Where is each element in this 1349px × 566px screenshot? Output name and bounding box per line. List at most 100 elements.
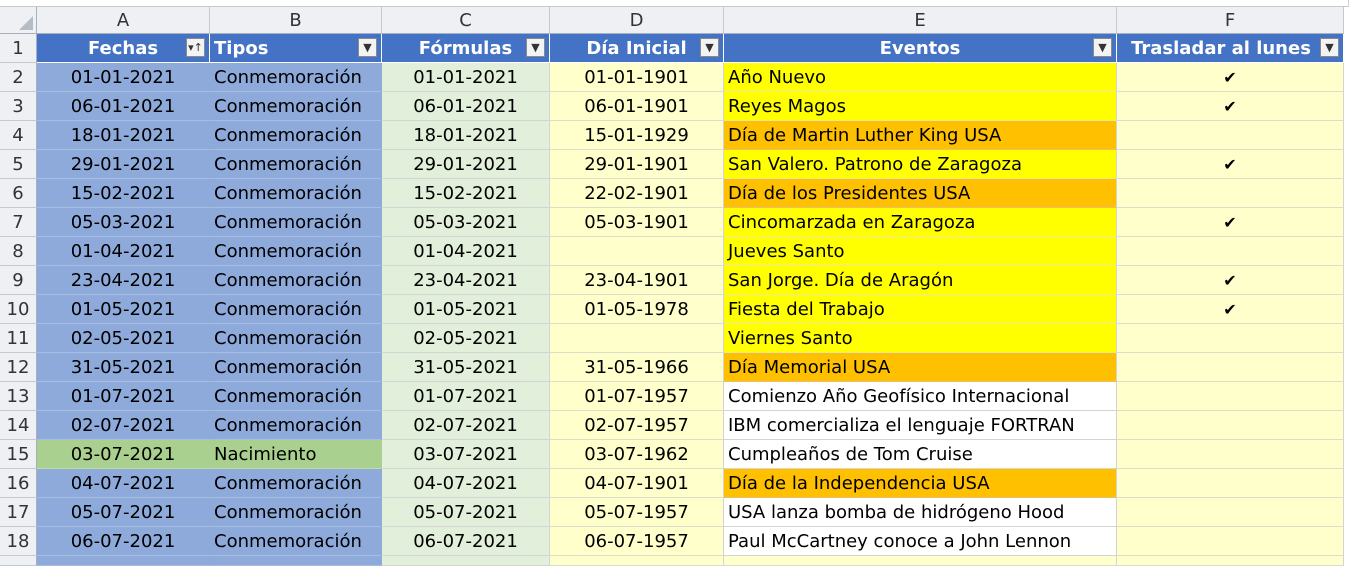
cell-fecha[interactable]: 01-04-2021 bbox=[37, 237, 210, 266]
cell-dia-inicial[interactable]: 01-01-1901 bbox=[550, 63, 724, 92]
cell-dia-inicial[interactable]: 22-02-1901 bbox=[550, 179, 724, 208]
table-header-trasladar[interactable]: Trasladar al lunes ▼ bbox=[1117, 34, 1344, 63]
cell-evento[interactable]: Fiesta del Trabajo bbox=[724, 295, 1117, 324]
cell-fecha[interactable]: 15-02-2021 bbox=[37, 179, 210, 208]
table-header-dia-inicial[interactable]: Día Inicial ▼ bbox=[550, 34, 724, 63]
filter-dropdown-icon[interactable]: ▼ bbox=[1320, 38, 1339, 57]
cell-formula[interactable]: 01-05-2021 bbox=[382, 295, 550, 324]
cell-trasladar[interactable] bbox=[1117, 237, 1344, 266]
column-header-d[interactable]: D bbox=[550, 7, 724, 34]
row-header[interactable]: 5 bbox=[0, 150, 37, 179]
cell-fecha[interactable]: 18-01-2021 bbox=[37, 121, 210, 150]
cell-trasladar[interactable]: ✔ bbox=[1117, 295, 1344, 324]
cell-dia-inicial[interactable]: 23-04-1901 bbox=[550, 266, 724, 295]
row-header[interactable]: 16 bbox=[0, 469, 37, 498]
cell-trasladar[interactable]: ✔ bbox=[1117, 63, 1344, 92]
cell-fecha[interactable]: 31-05-2021 bbox=[37, 353, 210, 382]
column-header-f[interactable]: F bbox=[1117, 7, 1344, 34]
cell-tipo[interactable]: Conmemoración bbox=[210, 411, 382, 440]
cell-formula[interactable]: 01-01-2021 bbox=[382, 63, 550, 92]
cell-tipo[interactable]: Conmemoración bbox=[210, 382, 382, 411]
cell-tipo[interactable]: Conmemoración bbox=[210, 353, 382, 382]
cell-dia-inicial[interactable]: 05-07-1957 bbox=[550, 498, 724, 527]
cell-fecha[interactable]: 01-07-2021 bbox=[37, 382, 210, 411]
cell-evento[interactable]: Año Nuevo bbox=[724, 63, 1117, 92]
cell-tipo[interactable]: Conmemoración bbox=[210, 179, 382, 208]
filter-dropdown-icon[interactable]: ▼ bbox=[700, 38, 719, 57]
cell-fecha[interactable]: 23-04-2021 bbox=[37, 266, 210, 295]
cell-dia-inicial[interactable]: 03-07-1962 bbox=[550, 440, 724, 469]
row-header[interactable]: 10 bbox=[0, 295, 37, 324]
row-header[interactable]: 3 bbox=[0, 92, 37, 121]
cell-dia-inicial[interactable]: 06-01-1901 bbox=[550, 92, 724, 121]
row-header[interactable]: 1 bbox=[0, 34, 37, 63]
cell-formula[interactable]: 15-02-2021 bbox=[382, 179, 550, 208]
cell-fecha[interactable]: 29-01-2021 bbox=[37, 150, 210, 179]
cell-evento[interactable]: Paul McCartney conoce a John Lennon bbox=[724, 527, 1117, 556]
cell-evento[interactable]: Día Memorial USA bbox=[724, 353, 1117, 382]
cell-evento[interactable]: IBM comercializa el lenguaje FORTRAN bbox=[724, 411, 1117, 440]
cell-evento[interactable]: Día de Martin Luther King USA bbox=[724, 121, 1117, 150]
cell-dia-inicial[interactable]: 31-05-1966 bbox=[550, 353, 724, 382]
cell-dia-inicial[interactable]: 02-07-1957 bbox=[550, 411, 724, 440]
cell-fecha[interactable]: 06-01-2021 bbox=[37, 92, 210, 121]
cell-trasladar[interactable] bbox=[1117, 411, 1344, 440]
cell-evento[interactable]: San Valero. Patrono de Zaragoza bbox=[724, 150, 1117, 179]
cell-trasladar[interactable] bbox=[1117, 353, 1344, 382]
cell-formula[interactable]: 29-01-2021 bbox=[382, 150, 550, 179]
cell-formula[interactable]: 18-01-2021 bbox=[382, 121, 550, 150]
row-header[interactable]: 4 bbox=[0, 121, 37, 150]
table-header-eventos[interactable]: Eventos ▼ bbox=[724, 34, 1117, 63]
cell-evento[interactable]: Cumpleaños de Tom Cruise bbox=[724, 440, 1117, 469]
cell-trasladar[interactable] bbox=[1117, 324, 1344, 353]
cell-trasladar[interactable] bbox=[1117, 440, 1344, 469]
row-header[interactable]: 15 bbox=[0, 440, 37, 469]
cell-tipo[interactable]: Conmemoración bbox=[210, 237, 382, 266]
cell-dia-inicial[interactable]: 04-07-1901 bbox=[550, 469, 724, 498]
filter-dropdown-icon[interactable]: ▼ bbox=[526, 38, 545, 57]
cell-dia-inicial[interactable]: 01-07-1957 bbox=[550, 382, 724, 411]
cell-evento[interactable]: Reyes Magos bbox=[724, 92, 1117, 121]
row-header[interactable]: 2 bbox=[0, 63, 37, 92]
cell-dia-inicial[interactable]: 05-03-1901 bbox=[550, 208, 724, 237]
row-header[interactable]: 7 bbox=[0, 208, 37, 237]
cell-evento[interactable]: USA lanza bomba de hidrógeno Hood bbox=[724, 498, 1117, 527]
cell-formula[interactable]: 01-04-2021 bbox=[382, 237, 550, 266]
cell-tipo[interactable]: Conmemoración bbox=[210, 208, 382, 237]
cell-formula[interactable]: 05-07-2021 bbox=[382, 498, 550, 527]
cell-dia-inicial[interactable] bbox=[550, 237, 724, 266]
cell-tipo[interactable]: Conmemoración bbox=[210, 121, 382, 150]
cell-dia-inicial[interactable]: 29-01-1901 bbox=[550, 150, 724, 179]
cell-formula[interactable]: 04-07-2021 bbox=[382, 469, 550, 498]
table-header-tipos[interactable]: Tipos ▼ bbox=[210, 34, 382, 63]
cell-evento[interactable]: Viernes Santo bbox=[724, 324, 1117, 353]
cell-trasladar[interactable]: ✔ bbox=[1117, 150, 1344, 179]
cell-tipo[interactable]: Conmemoración bbox=[210, 63, 382, 92]
cell-tipo[interactable]: Conmemoración bbox=[210, 150, 382, 179]
row-header[interactable]: 8 bbox=[0, 237, 37, 266]
cell-evento[interactable]: Día de los Presidentes USA bbox=[724, 179, 1117, 208]
cell-tipo[interactable]: Conmemoración bbox=[210, 498, 382, 527]
cell-evento[interactable]: Jueves Santo bbox=[724, 237, 1117, 266]
cell-tipo[interactable]: Conmemoración bbox=[210, 92, 382, 121]
cell-trasladar[interactable]: ✔ bbox=[1117, 92, 1344, 121]
cell-fecha[interactable]: 01-01-2021 bbox=[37, 63, 210, 92]
cell-fecha[interactable]: 04-07-2021 bbox=[37, 469, 210, 498]
cell-tipo[interactable]: Nacimiento bbox=[210, 440, 382, 469]
cell-fecha[interactable]: 06-07-2021 bbox=[37, 527, 210, 556]
row-header[interactable]: 9 bbox=[0, 266, 37, 295]
cell-trasladar[interactable]: ✔ bbox=[1117, 208, 1344, 237]
cell-fecha[interactable]: 05-03-2021 bbox=[37, 208, 210, 237]
cell-trasladar[interactable] bbox=[1117, 527, 1344, 556]
cell-formula[interactable]: 02-07-2021 bbox=[382, 411, 550, 440]
cell-formula[interactable]: 06-07-2021 bbox=[382, 527, 550, 556]
cell-formula[interactable]: 31-05-2021 bbox=[382, 353, 550, 382]
cell-fecha[interactable]: 03-07-2021 bbox=[37, 440, 210, 469]
column-header-b[interactable]: B bbox=[210, 7, 382, 34]
filter-sort-icon[interactable]: ▾↑ bbox=[186, 38, 205, 57]
cell-evento[interactable]: San Jorge. Día de Aragón bbox=[724, 266, 1117, 295]
column-header-c[interactable]: C bbox=[382, 7, 550, 34]
row-header[interactable]: 11 bbox=[0, 324, 37, 353]
cell-evento[interactable]: Comienzo Año Geofísico Internacional bbox=[724, 382, 1117, 411]
cell-evento[interactable]: Cincomarzada en Zaragoza bbox=[724, 208, 1117, 237]
